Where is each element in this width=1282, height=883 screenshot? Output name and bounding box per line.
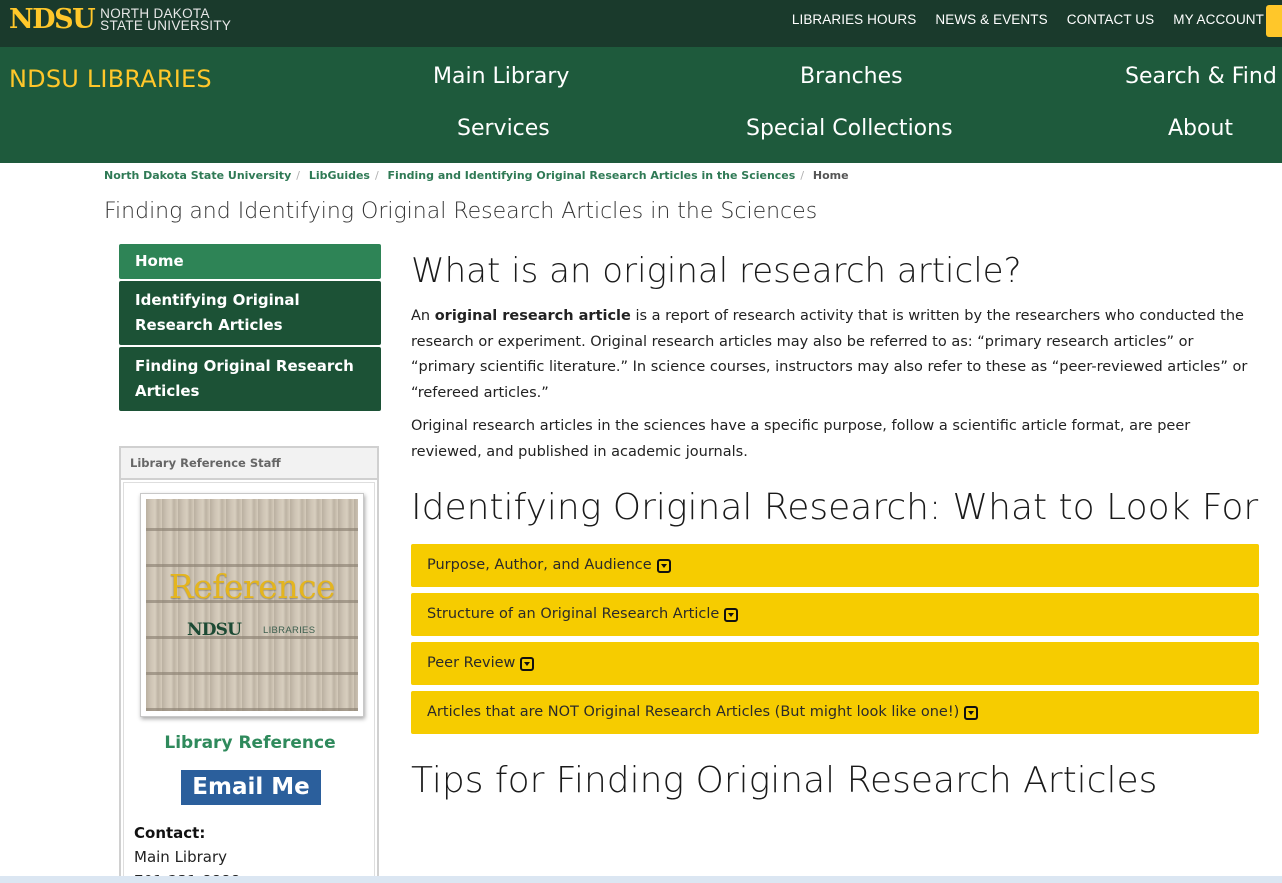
breadcrumb-separator: / [374,169,379,182]
side-nav-identifying[interactable]: Identifying Original Research Articles [119,281,381,345]
nav-main-library[interactable]: Main Library [433,64,569,89]
caret-down-icon [724,607,739,622]
staff-box-heading: Library Reference Staff [121,448,377,480]
staff-name[interactable]: Library Reference [124,733,376,753]
side-nav-finding[interactable]: Finding Original Research Articles [119,347,381,411]
caret-down-icon [964,705,979,720]
breadcrumb-separator: / [800,169,805,182]
email-me-button[interactable]: Email Me [181,770,321,805]
accordion-label: Structure of an Original Research Articl… [427,606,720,622]
logo-mark: NDSU [9,4,96,35]
nav-special-collections[interactable]: Special Collections [746,116,953,141]
breadcrumb-ndsu[interactable]: North Dakota State University [104,169,291,182]
bottom-scroll-strip [0,876,1282,883]
logo-line-2: STATE UNIVERSITY [100,17,232,33]
accordion-label: Purpose, Author, and Audience [427,557,652,573]
top-bar: NDSU NORTH DAKOTA STATE UNIVERSITY LIBRA… [0,0,1282,47]
reference-image-libraries: LIBRARIES [263,625,316,636]
contact-label: Contact: [134,824,206,842]
purpose-paragraph: Original research articles in the scienc… [411,418,1191,460]
link-news-events[interactable]: NEWS & EVENTS [935,12,1047,27]
brand-title[interactable]: NDSU LIBRARIES [9,65,212,93]
main-nav: NDSU LIBRARIES Main Library Branches Sea… [0,47,1282,163]
ndsu-logo[interactable]: NDSU NORTH DAKOTA STATE UNIVERSITY [9,6,231,33]
link-libraries-hours[interactable]: LIBRARIES HOURS [792,12,917,27]
utility-nav: LIBRARIES HOURS NEWS & EVENTS CONTACT US… [773,12,1264,27]
caret-down-icon [656,558,671,573]
main-content: What is an original research article? An… [411,246,1259,806]
guide-title: Finding and Identifying Original Researc… [104,199,818,224]
heading-identifying: Identifying Original Research: What to L… [411,487,1259,528]
accordion-label: Articles that are NOT Original Research … [427,704,960,720]
reference-image[interactable]: Reference NDSU LIBRARIES [140,493,364,717]
nav-search-find[interactable]: Search & Find [1125,64,1277,89]
link-contact-us[interactable]: CONTACT US [1067,12,1155,27]
staff-profile: Reference NDSU LIBRARIES Library Referen… [123,482,376,883]
heading-tips: Tips for Finding Original Research Artic… [411,760,1158,801]
nav-about[interactable]: About [1168,116,1233,141]
search-toggle-button[interactable] [1266,5,1282,37]
accordion-peer-review[interactable]: Peer Review [411,642,1259,685]
accordion-not-original[interactable]: Articles that are NOT Original Research … [411,691,1259,734]
reference-image-word: Reference [168,567,336,606]
heading-what-is: What is an original research article? [411,251,1022,291]
reference-staff-box: Library Reference Staff Reference NDSU L… [119,446,379,883]
link-my-account[interactable]: MY ACCOUNT [1173,12,1264,27]
logo-subtitle: NORTH DAKOTA STATE UNIVERSITY [100,6,232,33]
caret-down-icon [520,656,535,671]
intro-prefix: An [411,308,435,324]
bookshelf-background: Reference NDSU LIBRARIES [146,499,358,711]
intro-paragraph: An original research article is a report… [411,304,1259,406]
guide-side-nav: Home Identifying Original Research Artic… [119,244,381,413]
breadcrumb-libguides[interactable]: LibGuides [309,169,370,182]
accordion-structure[interactable]: Structure of an Original Research Articl… [411,593,1259,636]
reference-image-ndsu: NDSU [187,620,242,640]
nav-services[interactable]: Services [457,116,550,141]
breadcrumb-guide[interactable]: Finding and Identifying Original Researc… [388,169,796,182]
accordion-label: Peer Review [427,655,516,671]
intro-bold-term: original research article [434,308,631,324]
nav-branches[interactable]: Branches [800,64,903,89]
breadcrumb: North Dakota State University / LibGuides… [104,169,849,182]
accordion-purpose[interactable]: Purpose, Author, and Audience [411,544,1259,587]
breadcrumb-current: Home [812,169,849,182]
breadcrumb-separator: / [296,169,300,182]
side-nav-home[interactable]: Home [119,244,381,279]
contact-location: Main Library [134,848,228,866]
